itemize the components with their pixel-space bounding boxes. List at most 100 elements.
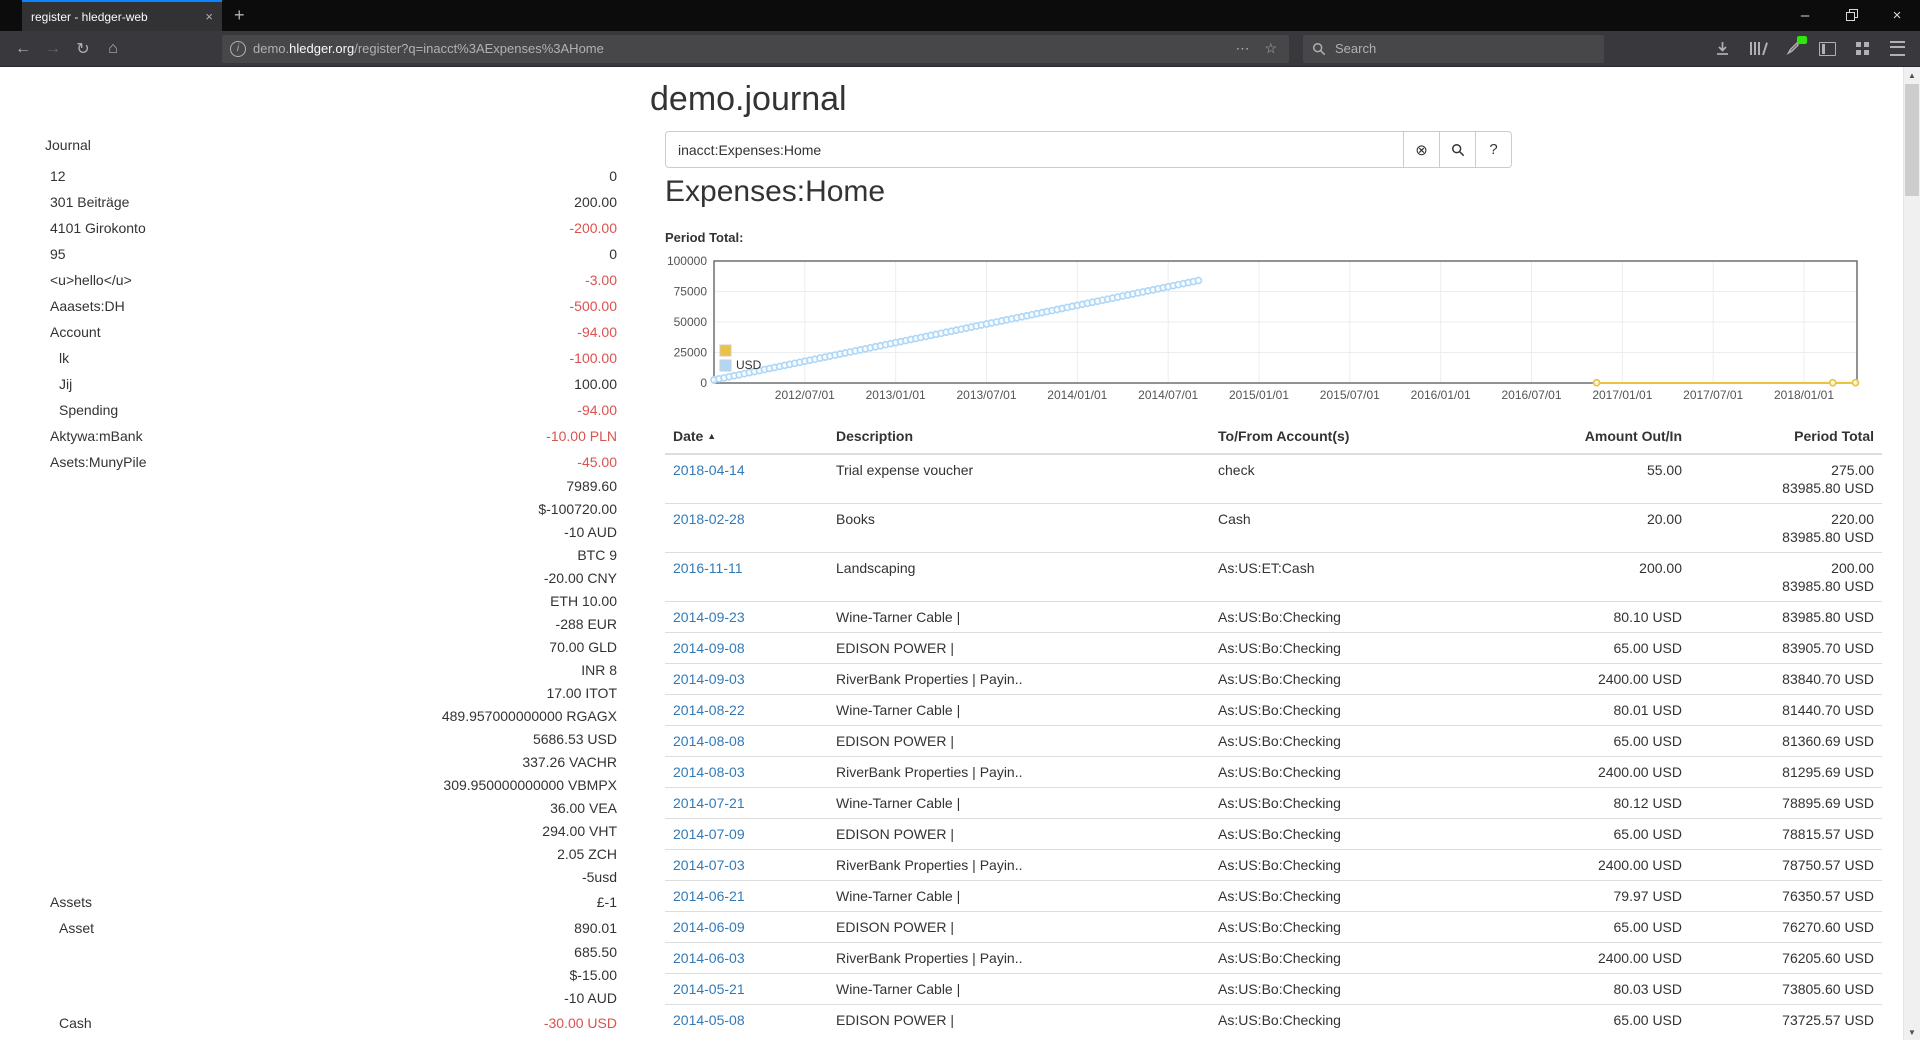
- balance-amount: -5usd: [442, 866, 617, 889]
- date-link[interactable]: 2014-09-23: [673, 609, 745, 625]
- sidebar-account-link[interactable]: 12: [45, 163, 66, 189]
- sidebar-account-link[interactable]: Account: [45, 319, 101, 345]
- date-link[interactable]: 2014-09-03: [673, 671, 745, 687]
- register-row[interactable]: 2018-04-14Trial expense vouchercheck55.0…: [665, 454, 1882, 504]
- date-link[interactable]: 2014-07-09: [673, 826, 745, 842]
- sidebar-account-link[interactable]: 301 Beiträge: [45, 189, 129, 215]
- cell-period-total: 76350.57 USD: [1690, 881, 1882, 912]
- clear-query-button[interactable]: ⊗: [1403, 131, 1440, 168]
- menu-icon[interactable]: [1886, 38, 1908, 60]
- register-row[interactable]: 2014-07-03RiverBank Properties | Payin..…: [665, 850, 1882, 881]
- sidebar-account-link[interactable]: Cash: [45, 1010, 92, 1036]
- register-row[interactable]: 2014-08-08 EDISON POWER |As:US:Bo:Checkin…: [665, 726, 1882, 757]
- library-icon[interactable]: [1746, 38, 1768, 60]
- sidebar-account-link[interactable]: <u>hello</u>: [45, 267, 132, 293]
- column-header-date[interactable]: Date ▲: [665, 419, 828, 454]
- cell-description: EDISON POWER |: [828, 726, 1210, 757]
- register-row[interactable]: 2016-11-11LandscapingAs:US:ET:Cash200.00…: [665, 553, 1882, 602]
- help-button[interactable]: ?: [1475, 131, 1512, 168]
- new-tab-button[interactable]: +: [222, 0, 257, 31]
- browser-tab[interactable]: register - hledger-web ×: [22, 0, 222, 31]
- date-link[interactable]: 2018-02-28: [673, 511, 745, 527]
- register-row[interactable]: 2014-05-08EDISON POWER |As:US:Bo:Checkin…: [665, 1005, 1882, 1036]
- sidebar-account-link[interactable]: lk: [45, 345, 69, 371]
- date-link[interactable]: 2014-05-08: [673, 1012, 745, 1028]
- register-row[interactable]: 2014-09-08EDISON POWER |As:US:Bo:Checkin…: [665, 633, 1882, 664]
- register-row[interactable]: 2014-05-21Wine-Tarner Cable |As:US:Bo:Ch…: [665, 974, 1882, 1005]
- sidebar-account-link[interactable]: 95: [45, 241, 66, 267]
- sidebar-account-link[interactable]: 4101 Girokonto: [45, 215, 146, 241]
- date-link[interactable]: 2014-05-21: [673, 981, 745, 997]
- window-close-button[interactable]: ×: [1874, 0, 1920, 31]
- download-icon[interactable]: [1711, 38, 1733, 60]
- date-link[interactable]: 2014-09-08: [673, 640, 745, 656]
- cell-description: RiverBank Properties | Payin..: [828, 757, 1210, 788]
- x-tick-label: 2013/07/01: [956, 388, 1016, 402]
- register-row[interactable]: 2014-06-21Wine-Tarner Cable |As:US:Bo:Ch…: [665, 881, 1882, 912]
- register-row[interactable]: 2014-06-09EDISON POWER |As:US:Bo:Checkin…: [665, 912, 1882, 943]
- cell-account: As:US:Bo:Checking: [1210, 664, 1490, 695]
- sidebar-toggle-icon[interactable]: [1816, 38, 1838, 60]
- date-link[interactable]: 2014-08-08: [673, 733, 745, 749]
- extension-icon[interactable]: [1781, 38, 1803, 60]
- date-link[interactable]: 2014-08-22: [673, 702, 745, 718]
- date-link[interactable]: 2016-11-11: [673, 560, 743, 576]
- scroll-up-arrow[interactable]: ▲: [1904, 67, 1920, 83]
- search-button[interactable]: [1439, 131, 1476, 168]
- tab-close-icon[interactable]: ×: [205, 9, 213, 24]
- apps-grid-icon[interactable]: [1851, 38, 1873, 60]
- cell-amount: 2400.00 USD: [1490, 850, 1690, 881]
- sidebar-account-link[interactable]: Assets: [45, 889, 92, 915]
- scrollbar-thumb[interactable]: [1905, 84, 1919, 196]
- query-input[interactable]: [665, 131, 1404, 168]
- date-link[interactable]: 2014-06-21: [673, 888, 745, 904]
- account-balance: 0: [609, 241, 617, 267]
- home-button[interactable]: ⌂: [98, 35, 128, 63]
- sidebar-account-link[interactable]: Spending: [45, 397, 118, 423]
- window-minimize-button[interactable]: –: [1782, 0, 1828, 31]
- url-bar[interactable]: i demo.hledger.org/register?q=inacct%3AE…: [222, 35, 1289, 63]
- browser-search-input[interactable]: [1333, 40, 1595, 57]
- sidebar-account-link[interactable]: Jij: [45, 371, 72, 397]
- cell-date: 2014-08-03: [665, 757, 828, 788]
- browser-search-bar[interactable]: [1303, 35, 1604, 63]
- sidebar-journal-link[interactable]: Journal: [45, 137, 617, 154]
- back-button[interactable]: ←: [8, 35, 38, 63]
- register-row[interactable]: 2014-07-21Wine-Tarner Cable |As:US:Bo:Ch…: [665, 788, 1882, 819]
- window-restore-button[interactable]: [1828, 0, 1874, 31]
- balance-amount: $-100720.00: [442, 498, 617, 521]
- reload-button[interactable]: ↻: [68, 35, 98, 63]
- balance-amount: -94.00: [577, 319, 617, 345]
- sidebar: Journal 120301 Beiträge200.004101 Giroko…: [45, 137, 617, 1040]
- date-link[interactable]: 2014-06-03: [673, 950, 745, 966]
- sidebar-account-link[interactable]: Aaasets:DH: [45, 293, 125, 319]
- sidebar-account-link[interactable]: Aktywa:mBank: [45, 423, 143, 449]
- date-link[interactable]: 2014-07-03: [673, 857, 745, 873]
- date-link[interactable]: 2014-08-03: [673, 764, 745, 780]
- register-row[interactable]: 2014-08-03 RiverBank Properties | Payin..…: [665, 757, 1882, 788]
- period-chart[interactable]: 02500050000750001000002012/07/012013/01/…: [650, 253, 1882, 411]
- sidebar-account-link[interactable]: Asets:MunyPile: [45, 449, 146, 475]
- sidebar-account-link[interactable]: Asset: [45, 915, 94, 941]
- register-row[interactable]: 2018-02-28BooksCash20.00220.0083985.80 U…: [665, 504, 1882, 553]
- register-row[interactable]: 2014-08-22Wine-Tarner Cable |As:US:Bo:Ch…: [665, 695, 1882, 726]
- page-actions-icon[interactable]: ⋯: [1231, 40, 1253, 57]
- cell-period-total: 78815.57 USD: [1690, 819, 1882, 850]
- scrollbar[interactable]: ▲ ▼: [1903, 67, 1920, 1040]
- scroll-down-arrow[interactable]: ▼: [1904, 1024, 1920, 1040]
- register-table-body: 2018-04-14Trial expense vouchercheck55.0…: [665, 454, 1882, 1035]
- register-row[interactable]: 2014-07-09EDISON POWER |As:US:Bo:Checkin…: [665, 819, 1882, 850]
- register-row[interactable]: 2014-06-03RiverBank Properties | Payin..…: [665, 943, 1882, 974]
- date-link[interactable]: 2018-04-14: [673, 462, 745, 478]
- bookmark-star-icon[interactable]: ☆: [1260, 40, 1281, 57]
- cell-period-total: 83985.80 USD: [1690, 602, 1882, 633]
- forward-button[interactable]: →: [38, 35, 68, 63]
- date-link[interactable]: 2014-06-09: [673, 919, 745, 935]
- date-link[interactable]: 2014-07-21: [673, 795, 745, 811]
- register-row[interactable]: 2014-09-23Wine-Tarner Cable |As:US:Bo:Ch…: [665, 602, 1882, 633]
- site-info-icon[interactable]: i: [230, 41, 246, 57]
- sidebar-account-row: Aaasets:DH-500.00: [45, 293, 617, 319]
- balance-amount: 70.00 GLD: [442, 636, 617, 659]
- register-row[interactable]: 2014-09-03RiverBank Properties | Payin..…: [665, 664, 1882, 695]
- cell-account: As:US:Bo:Checking: [1210, 726, 1490, 757]
